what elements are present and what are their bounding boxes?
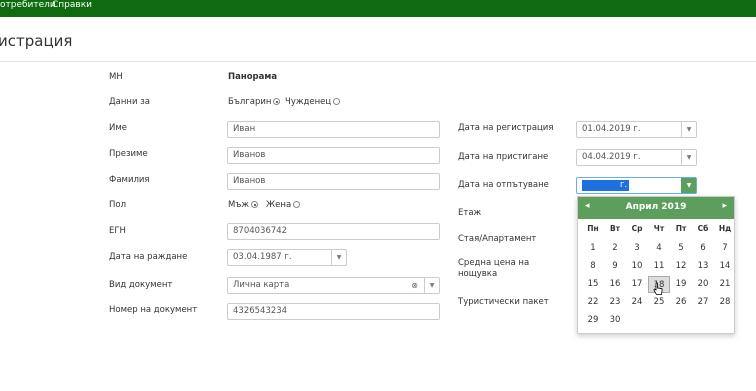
calendar-day[interactable]: 25: [648, 294, 670, 311]
reg-date-value: 01.04.2019 г.: [582, 124, 641, 134]
reg-date-picker[interactable]: 01.04.2019 г. ▼: [576, 121, 697, 138]
nav-reports-link[interactable]: Справки: [52, 0, 92, 11]
calendar-day[interactable]: 28: [714, 294, 736, 311]
female-label: Жена: [266, 200, 292, 210]
last-name-input[interactable]: Иванов: [227, 173, 440, 190]
chevron-down-icon[interactable]: ▼: [331, 250, 346, 265]
calendar-day[interactable]: 4: [648, 240, 670, 257]
floor-label: Етаж: [458, 208, 482, 218]
doc-type-value: Лична карта: [233, 280, 290, 290]
first-name-input[interactable]: Иван: [227, 121, 440, 138]
birth-date-value: 03.04.1987 г.: [233, 252, 292, 262]
female-radio[interactable]: [293, 201, 301, 208]
calendar-day[interactable]: 16: [604, 276, 626, 293]
top-navbar: отребители Справки: [0, 0, 756, 17]
data-for-label: Данни за: [109, 97, 150, 107]
middle-name-label: Презиме: [109, 149, 148, 159]
doc-type-select[interactable]: Лична карта ⊗ ▼: [227, 277, 440, 294]
departure-date-picker[interactable]: г. ▼: [576, 177, 697, 194]
mn-value: Панорама: [228, 72, 278, 82]
weekday-header: Вт: [609, 224, 621, 233]
calendar-day[interactable]: 13: [692, 258, 714, 275]
calendar-day[interactable]: 11: [648, 258, 670, 275]
last-name-label: Фамилия: [109, 175, 150, 185]
calendar-day[interactable]: 23: [604, 294, 626, 311]
calendar-day[interactable]: 24: [626, 294, 648, 311]
doc-no-label: Номер на документ: [109, 305, 198, 315]
chevron-down-icon[interactable]: ▼: [681, 178, 696, 193]
calendar-day[interactable]: 22: [582, 294, 604, 311]
doc-no-input[interactable]: 4326543234: [227, 303, 440, 320]
calendar-day[interactable]: 29: [582, 312, 604, 329]
calendar-day[interactable]: 1: [582, 240, 604, 257]
calendar-day[interactable]: 6: [692, 240, 714, 257]
mn-label: МН: [109, 72, 123, 82]
avg-price-label: Средна цена на нощувка: [458, 258, 529, 280]
arrival-label: Дата на пристигане: [458, 152, 549, 162]
male-radio[interactable]: [251, 201, 258, 208]
datepicker-header: ◂ Април 2019 ▸: [578, 197, 734, 219]
package-label: Туристически пакет: [458, 297, 549, 307]
birth-date-picker[interactable]: 03.04.1987 г. ▼: [227, 249, 347, 266]
calendar-day[interactable]: 5: [670, 240, 692, 257]
arrival-date-picker[interactable]: 04.04.2019 г. ▼: [576, 149, 697, 166]
chevron-down-icon[interactable]: ▼: [424, 278, 439, 293]
calendar-day[interactable]: 21: [714, 276, 736, 293]
datepicker-popup: ◂ Април 2019 ▸ Пн Вт Ср Чт Пт Сб Нд 1234567891…: [577, 196, 735, 334]
weekday-header: Нд: [718, 224, 732, 233]
doc-type-label: Вид документ: [109, 280, 173, 290]
datepicker-month[interactable]: Април 2019: [578, 202, 734, 212]
departure-label: Дата на отпътуване: [458, 180, 549, 190]
calendar-day[interactable]: 17: [626, 276, 648, 293]
arrival-date-value: 04.04.2019 г.: [582, 152, 641, 162]
weekday-header: Пт: [675, 224, 687, 233]
female-option[interactable]: Жена: [266, 200, 301, 211]
calendar-day[interactable]: 8: [582, 258, 604, 275]
calendar-day[interactable]: 9: [604, 258, 626, 275]
weekday-header: Пн: [587, 224, 599, 233]
page-title: истрация: [0, 32, 73, 50]
weekday-header: Чт: [653, 224, 665, 233]
calendar-day[interactable]: 20: [692, 276, 714, 293]
weekday-header: Сб: [697, 224, 709, 233]
nav-users-link[interactable]: отребители: [0, 0, 56, 11]
calendar-day[interactable]: 26: [670, 294, 692, 311]
first-name-label: Име: [109, 123, 128, 133]
hand-cursor-icon: [653, 282, 663, 295]
sex-label: Пол: [109, 200, 127, 210]
calendar-day[interactable]: 12: [670, 258, 692, 275]
foreigner-radio[interactable]: [333, 98, 341, 105]
reg-date-label: Дата на регистрация: [458, 123, 554, 133]
calendar-day[interactable]: 7: [714, 240, 736, 257]
egn-label: ЕГН: [109, 226, 126, 236]
calendar-day[interactable]: 3: [626, 240, 648, 257]
foreigner-option[interactable]: Чужденец: [285, 97, 341, 108]
calendar-day[interactable]: 19: [670, 276, 692, 293]
foreigner-label: Чужденец: [285, 97, 332, 107]
chevron-down-icon[interactable]: ▼: [681, 150, 696, 165]
avg-price-label-line2: нощувка: [458, 269, 498, 279]
calendar-day[interactable]: 14: [714, 258, 736, 275]
male-label: Мъж: [228, 200, 249, 210]
divider: [0, 61, 756, 62]
calendar-day[interactable]: 2: [604, 240, 626, 257]
clear-icon[interactable]: ⊗: [411, 278, 418, 293]
chevron-down-icon[interactable]: ▼: [681, 122, 696, 137]
male-option[interactable]: Мъж: [228, 200, 258, 211]
calendar-day[interactable]: 27: [692, 294, 714, 311]
calendar-day[interactable]: 15: [582, 276, 604, 293]
calendar-day[interactable]: 10: [626, 258, 648, 275]
bulgarian-option[interactable]: Българин: [228, 97, 281, 108]
avg-price-label-line1: Средна цена на: [458, 258, 530, 268]
chevron-right-icon[interactable]: ▸: [722, 201, 727, 211]
birth-date-label: Дата на раждане: [109, 252, 188, 262]
middle-name-input[interactable]: Иванов: [227, 147, 440, 164]
egn-input[interactable]: 8704036742: [227, 223, 440, 240]
bulgarian-radio[interactable]: [273, 98, 281, 105]
bulgarian-label: Българин: [228, 97, 272, 107]
weekday-header: Ср: [631, 224, 643, 233]
calendar-day[interactable]: 30: [604, 312, 626, 329]
departure-date-value: г.: [582, 180, 630, 191]
room-label: Стая/Апартамент: [458, 234, 537, 244]
